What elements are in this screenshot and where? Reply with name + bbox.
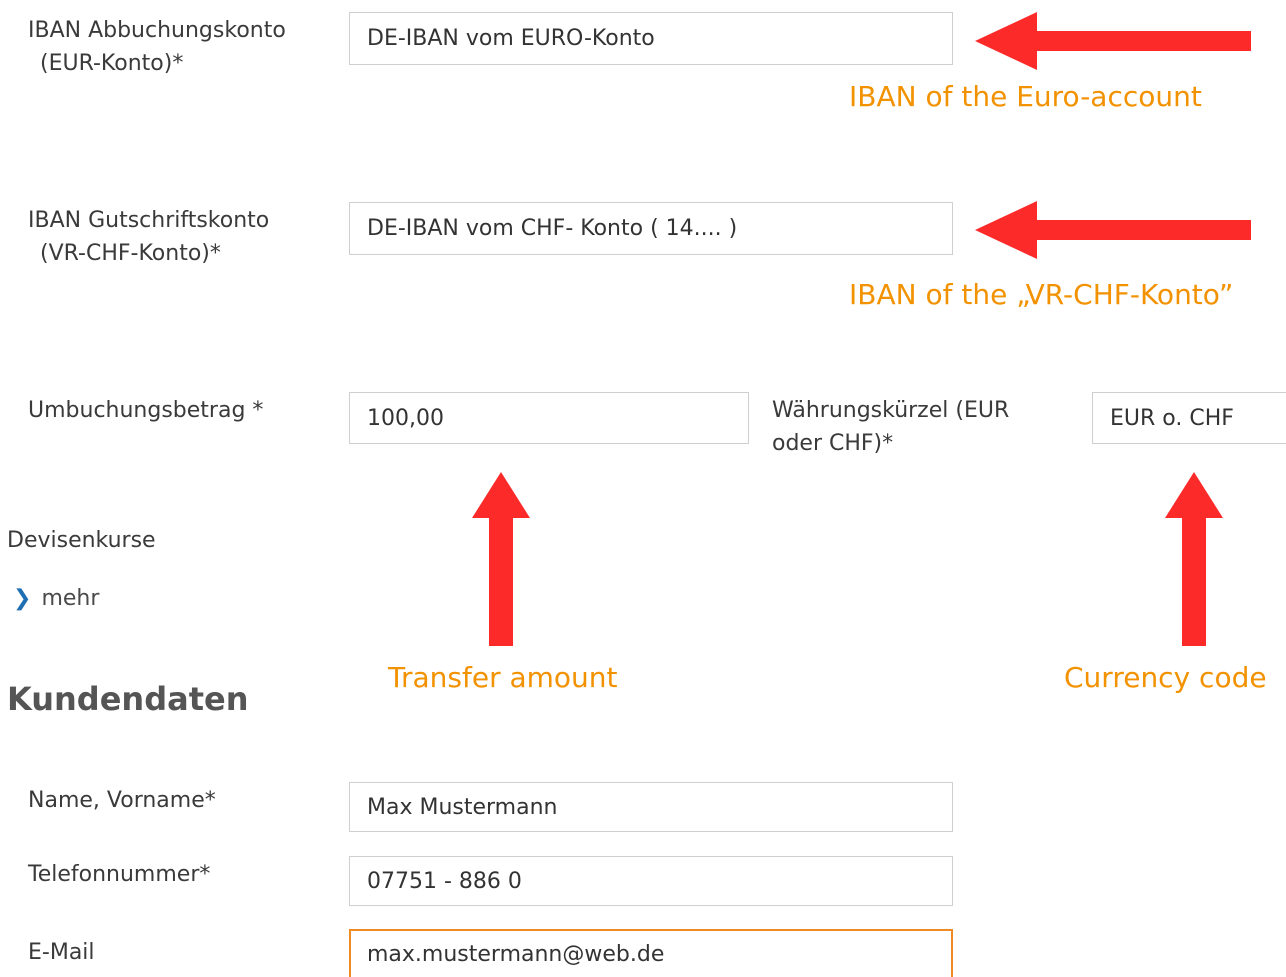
credit-iban-value: DE-IBAN vom CHF- Konto ( 14.... ) [367, 216, 738, 241]
currency-label-line1: Währungskürzel (EUR [772, 398, 1010, 423]
more-link[interactable]: ❯ mehr [13, 586, 99, 611]
annotation-chf-account: IBAN of the „VR-CHF-Konto” [849, 278, 1234, 311]
customer-data-title: Kundendaten [7, 680, 249, 718]
amount-input[interactable]: 100,00 [349, 392, 749, 444]
phone-value: 07751 - 886 0 [367, 868, 522, 894]
currency-value: EUR o. CHF [1110, 405, 1234, 431]
arrow-left-icon-euro [975, 12, 1251, 70]
arrow-left-icon-chf [975, 201, 1251, 259]
currency-input[interactable]: EUR o. CHF [1092, 392, 1286, 444]
annotation-transfer-amount: Transfer amount [388, 661, 618, 694]
debit-iban-input[interactable]: DE-IBAN vom EURO-Konto [349, 12, 953, 65]
email-value: max.mustermann@web.de [367, 941, 665, 967]
debit-account-label-line2: (EUR-Konto)* [40, 51, 184, 76]
debit-iban-value: DE-IBAN vom EURO-Konto [367, 26, 655, 51]
chevron-right-icon: ❯ [13, 586, 32, 611]
name-value: Max Mustermann [367, 794, 558, 820]
name-input[interactable]: Max Mustermann [349, 782, 953, 832]
currency-label-line2: oder CHF)* [772, 431, 894, 456]
name-label: Name, Vorname* [28, 788, 216, 813]
email-input[interactable]: max.mustermann@web.de [349, 929, 953, 977]
annotation-currency-code: Currency code [1064, 661, 1267, 694]
annotation-euro-account: IBAN of the Euro-account [849, 80, 1202, 113]
exchange-rates-title: Devisenkurse [7, 528, 156, 553]
credit-account-label-line1: IBAN Gutschriftskonto [28, 208, 270, 233]
debit-account-label: IBAN Abbuchungskonto (EUR-Konto)* [28, 14, 286, 80]
amount-label: Umbuchungsbetrag * [28, 398, 264, 423]
phone-label: Telefonnummer* [28, 862, 211, 887]
credit-iban-input[interactable]: DE-IBAN vom CHF- Konto ( 14.... ) [349, 202, 953, 255]
credit-account-label: IBAN Gutschriftskonto (VR-CHF-Konto)* [28, 204, 269, 270]
arrow-up-icon-currency [1165, 472, 1223, 646]
debit-account-label-line1: IBAN Abbuchungskonto [28, 18, 286, 43]
currency-label: Währungskürzel (EUR oder CHF)* [772, 394, 1009, 460]
more-link-label: mehr [41, 586, 100, 611]
credit-account-label-line2: (VR-CHF-Konto)* [40, 241, 221, 266]
email-label: E-Mail [28, 940, 95, 965]
amount-value: 100,00 [367, 405, 444, 431]
arrow-up-icon-amount [472, 472, 530, 646]
phone-input[interactable]: 07751 - 886 0 [349, 856, 953, 906]
